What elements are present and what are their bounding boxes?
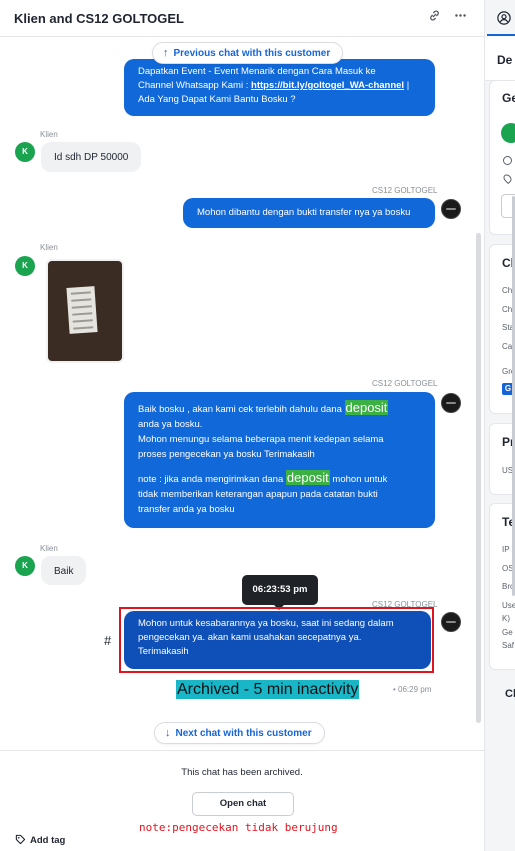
receipt-photo[interactable] bbox=[46, 259, 124, 363]
highlighted-word: deposit bbox=[285, 470, 330, 485]
details-panel: De Ge Ch Ch Ch Sta Ca Gro G Pr US Te IP … bbox=[485, 0, 515, 851]
message-line: Baik bosku , akan kami cek terlebih dahu… bbox=[138, 400, 421, 417]
photo-image bbox=[48, 261, 122, 361]
message-text: mohon untuk bbox=[329, 474, 388, 485]
agent-message: Baik bosku , akan kami cek terlebih dahu… bbox=[124, 392, 435, 528]
clock-icon bbox=[503, 156, 512, 165]
message-text: Baik bosku , akan kami cek terlebih dahu… bbox=[138, 404, 345, 415]
next-chat-button[interactable]: ↓ Next chat with this customer bbox=[154, 722, 325, 744]
more-icon[interactable] bbox=[451, 9, 469, 27]
chat-info-row: Ch bbox=[502, 286, 513, 295]
next-chat-label: Next chat with this customer bbox=[175, 728, 312, 739]
chat-scrollbar[interactable] bbox=[476, 233, 481, 723]
sender-name: CS12 GOLTOGEL bbox=[372, 379, 438, 388]
client-avatar: K bbox=[15, 256, 35, 276]
arrow-down-icon: ↓ bbox=[165, 727, 171, 739]
chat-info-row: Ca bbox=[502, 342, 513, 351]
sender-name: Klien bbox=[40, 243, 58, 252]
message-line: Mohon menungu selama beberapa menit kede… bbox=[138, 434, 384, 445]
sender-name: CS12 GOLTOGEL bbox=[372, 186, 438, 195]
agent-avatar bbox=[441, 612, 461, 632]
general-heading: Ge bbox=[502, 91, 515, 105]
message-text: | bbox=[404, 80, 410, 91]
details-heading: De bbox=[497, 53, 513, 67]
message-text: note : jika anda mengirimkan dana bbox=[138, 474, 286, 485]
message-line: transfer anda ya bosku bbox=[138, 504, 235, 515]
chat-transcript[interactable]: Dapatkan Event - Event Menarik dengan Ca… bbox=[0, 37, 484, 750]
agent-avatar bbox=[441, 393, 461, 413]
chat-footer: This chat has been archived. Open chat n… bbox=[0, 750, 484, 851]
hash-mark: # bbox=[104, 633, 112, 648]
sender-name: Klien bbox=[40, 544, 58, 553]
tag-icon bbox=[15, 834, 26, 845]
sender-name: Klien bbox=[40, 130, 58, 139]
agent-message: Mohon dibantu dengan bukti transfer nya … bbox=[183, 198, 435, 228]
arrow-up-icon: ↑ bbox=[163, 47, 169, 59]
previous-chat-button[interactable]: ↑ Previous chat with this customer bbox=[152, 42, 344, 64]
chat-header: Klien and CS12 GOLTOGEL bbox=[0, 0, 484, 37]
message-line: Channel Whatsapp Kami : https://bit.ly/g… bbox=[138, 79, 421, 93]
whatsapp-channel-link[interactable]: https://bit.ly/goltogel_WA-channel bbox=[251, 80, 404, 91]
open-chat-button[interactable]: Open chat bbox=[192, 792, 294, 816]
highlighted-word: deposit bbox=[344, 400, 389, 415]
message-line: Dapatkan Event - Event Menarik dengan Ca… bbox=[138, 66, 376, 77]
archived-time: • 06:29 pm bbox=[393, 685, 432, 694]
message-line: proses pengecekan ya bosku Terimakasih bbox=[138, 449, 315, 460]
message-text: Channel Whatsapp Kami : bbox=[138, 80, 252, 91]
technology-row: Saf bbox=[502, 641, 515, 650]
chat-title: Klien and CS12 GOLTOGEL bbox=[14, 11, 184, 26]
agent-message: Dapatkan Event - Event Menarik dengan Ca… bbox=[124, 59, 435, 116]
message-line: tidak memberikan keterangan apapun pada … bbox=[138, 489, 378, 500]
previous-chat-label: Previous chat with this customer bbox=[173, 48, 331, 59]
message-line: anda ya bosku. bbox=[138, 419, 203, 430]
client-avatar: K bbox=[15, 556, 35, 576]
client-message: Baik bbox=[41, 556, 87, 585]
technology-row: K) bbox=[502, 614, 510, 623]
technology-row: Use bbox=[502, 601, 515, 610]
annotation-highlight-box bbox=[119, 607, 434, 673]
archived-status: Archived - 5 min inactivity bbox=[176, 680, 360, 699]
customer-avatar bbox=[501, 123, 515, 143]
message-line: Ada Yang Dapat Kami Bantu Bosku ? bbox=[138, 94, 296, 105]
link-icon[interactable] bbox=[425, 9, 443, 27]
technology-row: Ge bbox=[502, 628, 513, 637]
message-line: note : jika anda mengirimkan dana deposi… bbox=[138, 470, 421, 487]
message-time-tooltip: 06:23:53 pm bbox=[242, 575, 318, 610]
add-tag-label: Add tag bbox=[30, 835, 66, 846]
active-tab-indicator bbox=[487, 34, 515, 36]
user-icon[interactable] bbox=[497, 11, 511, 28]
client-message: Id sdh DP 50000 bbox=[41, 142, 142, 172]
cl-heading: Cl bbox=[505, 688, 515, 700]
agent-avatar bbox=[441, 199, 461, 219]
add-tag-button[interactable]: Add tag bbox=[15, 834, 65, 846]
chat-info-row: Ch bbox=[502, 305, 513, 314]
client-avatar: K bbox=[15, 142, 35, 162]
archived-notice: This chat has been archived. bbox=[181, 767, 303, 778]
annotation-note: note:pengecekan tidak berujung bbox=[139, 821, 338, 834]
receipt-paper bbox=[66, 286, 98, 334]
